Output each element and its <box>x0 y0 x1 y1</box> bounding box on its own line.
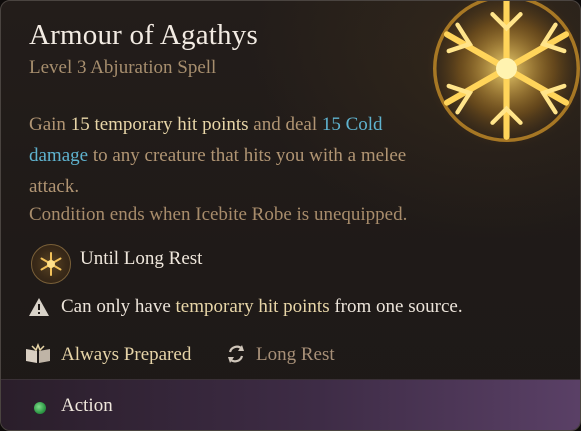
always-prepared-label: Always Prepared <box>61 344 192 365</box>
snowflake-emblem-icon <box>426 1 580 149</box>
long-rest-label: Long Rest <box>256 344 335 365</box>
action-footer: Action <box>1 379 580 430</box>
desc-text: Gain <box>29 114 71 135</box>
open-book-icon <box>26 343 50 363</box>
warning-text: Can only have temporary hit points from … <box>61 296 463 318</box>
warning-triangle-icon <box>29 298 49 316</box>
warning-after: from one source. <box>329 296 463 317</box>
temporary-hit-points-link[interactable]: temporary hit points <box>176 296 330 317</box>
cycle-arrows-icon <box>228 345 244 363</box>
warning-before: Can only have <box>61 296 176 317</box>
spell-title: Armour of Agathys <box>29 19 258 51</box>
spell-description: Gain 15 temporary hit points and deal 15… <box>29 109 409 202</box>
desc-text: and deal <box>248 114 322 135</box>
action-cost-label: Action <box>61 395 113 416</box>
sun-rest-icon <box>31 244 71 284</box>
damage-value: 15 <box>321 114 341 135</box>
temporary-hit-points-link[interactable]: temporary hit points <box>94 114 248 135</box>
condition-text: Condition ends when Icebite Robe is uneq… <box>29 204 408 225</box>
duration-label: Until Long Rest <box>80 248 203 269</box>
spell-subtitle: Level 3 Abjuration Spell <box>29 57 217 78</box>
spell-tooltip: Armour of Agathys Level 3 Abjuration Spe… <box>0 0 581 431</box>
hp-value: 15 <box>70 114 90 135</box>
green-dot-icon <box>34 402 46 414</box>
